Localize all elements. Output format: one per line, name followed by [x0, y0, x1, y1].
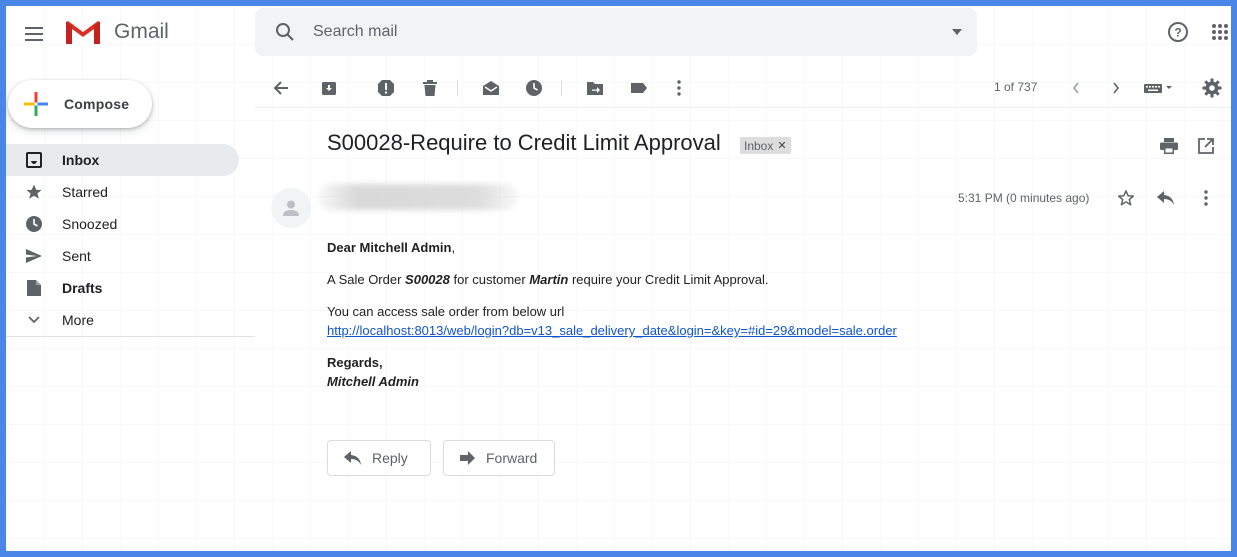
compose-button[interactable]: Compose	[8, 80, 152, 128]
sidebar-item-inbox[interactable]: Inbox	[6, 144, 239, 176]
newer-chevron-left-icon[interactable]	[1062, 74, 1090, 102]
sidebar-item-label: Starred	[62, 184, 108, 200]
label-badge-text: Inbox	[744, 138, 774, 153]
gmail-logo[interactable]: Gmail	[64, 18, 169, 46]
sidebar-item-sent[interactable]: Sent	[6, 240, 239, 272]
toolbar-separator	[457, 80, 458, 96]
regards-text: Regards,	[327, 355, 383, 370]
greeting-punct: ,	[451, 240, 456, 255]
star-outline-icon[interactable]	[1114, 186, 1138, 210]
sidebar-item-label: Sent	[62, 248, 91, 264]
gmail-m-icon	[65, 20, 101, 45]
email-subject: S00028-Require to Credit Limit Approval	[327, 130, 721, 155]
reply-label: Reply	[372, 450, 408, 466]
sidebar-item-label: More	[62, 312, 94, 328]
reply-arrow-icon[interactable]	[1154, 186, 1178, 210]
search-options-dropdown-icon[interactable]	[937, 29, 977, 35]
greeting-name: Dear Mitchell Admin	[327, 240, 452, 255]
sidebar-item-label: Drafts	[62, 280, 103, 296]
svg-text:?: ?	[1174, 26, 1181, 40]
inbox-icon	[24, 150, 44, 170]
sidebar-item-drafts[interactable]: Drafts	[6, 272, 239, 304]
toolbar-separator	[561, 80, 562, 96]
message-toolbar: 1 of 737	[255, 68, 1231, 108]
help-icon[interactable]: ?	[1164, 18, 1192, 46]
input-tools-keyboard-icon[interactable]	[1141, 74, 1177, 102]
chevron-down-icon	[24, 310, 44, 330]
compose-label: Compose	[64, 96, 130, 112]
signature-name: Mitchell Admin	[327, 374, 419, 389]
sale-order-link[interactable]: http://localhost:8013/web/login?db=v13_s…	[327, 323, 897, 338]
more-vert-icon[interactable]	[665, 74, 693, 102]
remove-label-close-icon[interactable]: ✕	[777, 139, 786, 152]
send-icon	[24, 246, 44, 266]
access-url-text: You can access sale order from below url	[327, 304, 565, 319]
line1-mid: for customer	[449, 272, 530, 287]
sidebar-divider	[6, 336, 255, 337]
signature-block: Regards, Mitchell Admin	[327, 353, 897, 391]
open-in-new-window-icon[interactable]	[1194, 134, 1218, 158]
snooze-icon[interactable]	[520, 74, 548, 102]
body-line-1: A Sale Order S00028 for customer Martin …	[327, 270, 897, 289]
label-icon[interactable]	[625, 74, 653, 102]
person-icon	[283, 200, 299, 216]
star-icon	[24, 182, 44, 202]
report-spam-icon[interactable]	[372, 74, 400, 102]
sale-order-number: S00028	[405, 272, 450, 287]
plus-icon	[8, 92, 64, 116]
line1-pre: A Sale Order	[327, 272, 406, 287]
reply-button[interactable]: Reply	[327, 440, 431, 476]
inbox-label-badge: Inbox ✕	[740, 137, 791, 154]
settings-gear-icon[interactable]	[1198, 74, 1226, 102]
more-vert-icon[interactable]	[1194, 186, 1218, 210]
customer-name: Martin	[529, 272, 569, 287]
app-name: Gmail	[114, 20, 169, 43]
back-arrow-icon[interactable]	[267, 74, 295, 102]
clock-icon	[24, 214, 44, 234]
draft-icon	[24, 278, 44, 298]
email-body: Dear Mitchell Admin, A Sale Order S00028…	[327, 238, 897, 404]
sidebar-item-starred[interactable]: Starred	[6, 176, 239, 208]
message-timestamp: 5:31 PM (0 minutes ago)	[958, 191, 1090, 205]
search-icon[interactable]	[261, 22, 309, 42]
search-input[interactable]: Search mail	[313, 23, 937, 41]
sender-avatar[interactable]	[271, 188, 311, 228]
search-bar[interactable]: Search mail	[255, 8, 977, 56]
main-menu-button[interactable]	[18, 18, 50, 50]
move-to-icon[interactable]	[581, 74, 609, 102]
print-icon[interactable]	[1157, 134, 1181, 158]
greeting-line: Dear Mitchell Admin,	[327, 238, 897, 257]
apps-grid-icon[interactable]	[1206, 18, 1231, 46]
sidebar-item-label: Snoozed	[62, 216, 118, 232]
hamburger-icon	[25, 27, 43, 41]
pagination-count: 1 of 737	[994, 80, 1038, 94]
forward-arrow-icon	[460, 451, 476, 465]
forward-label: Forward	[486, 450, 538, 466]
sidebar-item-label: Inbox	[62, 152, 100, 168]
archive-icon[interactable]	[315, 74, 343, 102]
sidebar-item-more[interactable]: More	[6, 304, 239, 336]
gmail-window: Gmail Search mail ? Compose Inbox Starre…	[6, 6, 1231, 551]
top-bar: Gmail Search mail ?	[6, 6, 1231, 62]
reply-arrow-icon	[344, 451, 362, 465]
sidebar-item-snoozed[interactable]: Snoozed	[6, 208, 239, 240]
mark-unread-icon[interactable]	[477, 74, 505, 102]
body-line-2: You can access sale order from below url…	[327, 302, 897, 340]
line1-post: require your Credit Limit Approval.	[568, 272, 769, 287]
older-chevron-right-icon[interactable]	[1102, 74, 1130, 102]
sidebar-nav: Inbox Starred Snoozed Sent Drafts More	[6, 144, 239, 336]
delete-icon[interactable]	[416, 74, 444, 102]
forward-button[interactable]: Forward	[443, 440, 555, 476]
sender-name-redacted	[318, 184, 518, 210]
